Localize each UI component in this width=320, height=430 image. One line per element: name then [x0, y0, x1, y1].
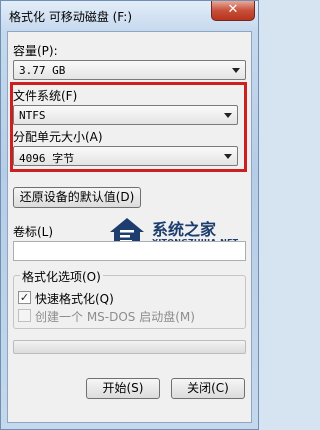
format-progress-bar	[13, 340, 246, 354]
dialog-body: 容量(P): 3.77 GB 文件系统(F) NTFS 分配单元大小(A) 40…	[7, 31, 252, 423]
capacity-select[interactable]: 3.77 GB	[13, 60, 246, 80]
close-window-button[interactable]: ✕	[211, 1, 255, 21]
msdos-disk-label: 创建一个 MS-DOS 启动盘(M)	[35, 310, 195, 324]
msdos-disk-checkbox[interactable]	[18, 309, 31, 322]
format-dialog-window: 格式化 可移动磁盘 (F:) ✕ 容量(P): 3.77 GB 文件系统(F) …	[0, 0, 259, 430]
volume-label-input[interactable]	[13, 241, 246, 261]
filesystem-value: NTFS	[19, 109, 46, 122]
allocation-select[interactable]: 4096 字节	[13, 146, 238, 166]
window-title: 格式化 可移动磁盘 (F:)	[9, 10, 133, 24]
format-options-title: 格式化选项(O)	[20, 268, 103, 285]
checkmark-icon: ✓	[19, 291, 30, 304]
capacity-label: 容量(P):	[13, 44, 58, 58]
chevron-down-icon	[232, 68, 240, 73]
filesystem-select[interactable]: NTFS	[13, 105, 238, 125]
chevron-down-icon	[224, 154, 232, 159]
volume-label-caption: 卷标(L)	[13, 225, 54, 239]
allocation-value: 4096 字节	[19, 152, 75, 165]
capacity-value: 3.77 GB	[19, 64, 66, 77]
title-bar[interactable]: 格式化 可移动磁盘 (F:) ✕	[1, 1, 258, 31]
quick-format-label[interactable]: 快速格式化(Q)	[35, 290, 114, 307]
close-icon: ✕	[227, 2, 239, 17]
filesystem-label: 文件系统(F)	[13, 89, 78, 103]
close-button[interactable]: 关闭(C)	[171, 378, 245, 399]
watermark-name: 系统之家	[152, 220, 217, 239]
allocation-label: 分配单元大小(A)	[13, 130, 103, 144]
restore-defaults-button[interactable]: 还原设备的默认值(D)	[13, 187, 141, 208]
start-button[interactable]: 开始(S)	[86, 378, 160, 399]
quick-format-checkbox[interactable]: ✓	[18, 291, 31, 304]
chevron-down-icon	[224, 113, 232, 118]
